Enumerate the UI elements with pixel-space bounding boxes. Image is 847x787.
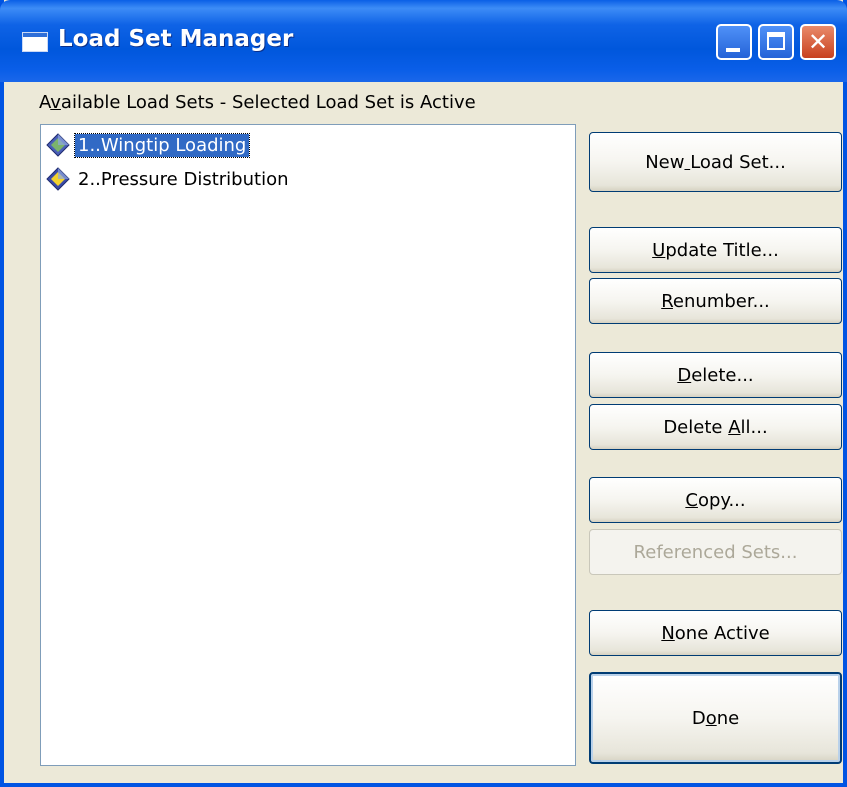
label-text: Renumber... <box>661 290 770 312</box>
none-active-button[interactable]: None Active <box>589 610 842 656</box>
done-button[interactable]: Done <box>589 672 842 764</box>
label-text: Delete All... <box>663 416 768 438</box>
load-set-list[interactable]: 1..Wingtip Loading 2..Pressure Distribut… <box>40 124 576 766</box>
delete-button[interactable]: Delete... <box>589 352 842 398</box>
list-item[interactable]: 2..Pressure Distribution <box>45 165 292 193</box>
label-text: None Active <box>661 622 770 644</box>
new-load-set-button[interactable]: New Load Set... <box>589 132 842 192</box>
load-set-icon <box>46 167 70 191</box>
close-icon[interactable]: ✕ <box>800 24 836 60</box>
label-text: Update Title... <box>652 239 779 261</box>
delete-all-button[interactable]: Delete All... <box>589 404 842 450</box>
list-item-label: 1..Wingtip Loading <box>73 132 251 158</box>
list-item[interactable]: 1..Wingtip Loading <box>45 131 251 159</box>
label-text: Done <box>691 707 740 729</box>
title-bar[interactable]: Load Set Manager ✕ <box>0 0 847 82</box>
maximize-icon[interactable] <box>758 24 794 60</box>
renumber-button[interactable]: Renumber... <box>589 278 842 324</box>
window-title: Load Set Manager <box>58 26 294 52</box>
load-set-manager-dialog: Load Set Manager ✕ Available Load Sets -… <box>0 0 847 787</box>
load-set-icon <box>46 133 70 157</box>
label-text: Delete... <box>677 364 754 386</box>
minimize-icon[interactable] <box>716 24 752 60</box>
label-text: New Load Set... <box>645 151 786 173</box>
update-title-button[interactable]: Update Title... <box>589 227 842 273</box>
label-text: Available Load Sets - Selected Load Set … <box>39 92 476 113</box>
window-app-icon <box>22 32 48 52</box>
label-text: Referenced Sets... <box>633 541 798 563</box>
referenced-sets-button: Referenced Sets... <box>589 529 842 575</box>
list-item-label: 2..Pressure Distribution <box>78 168 289 190</box>
copy-button[interactable]: Copy... <box>589 477 842 523</box>
list-caption: Available Load Sets - Selected Load Set … <box>39 92 476 113</box>
label-text: Copy... <box>685 489 746 511</box>
